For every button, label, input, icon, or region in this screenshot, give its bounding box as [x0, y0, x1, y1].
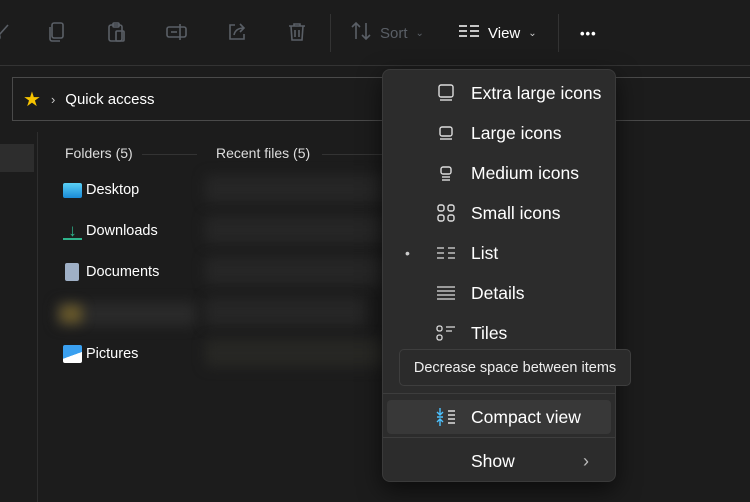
paste-icon[interactable] [105, 20, 129, 44]
recent-file-row[interactable] [205, 339, 385, 367]
details-icon [435, 282, 457, 304]
more-icon: ••• [580, 25, 597, 41]
folder-documents[interactable]: Documents [63, 260, 159, 284]
recent-file-row[interactable] [205, 298, 365, 326]
folder-label: Pictures [86, 346, 139, 362]
sort-icon [350, 21, 372, 45]
pictures-icon [63, 345, 82, 363]
view-menu: Extra large icons Large icons Medium ico… [382, 69, 616, 482]
folder-label: Downloads [86, 223, 158, 239]
share-icon[interactable] [225, 20, 249, 44]
rename-icon[interactable] [165, 20, 189, 44]
navigation-pane [0, 132, 38, 502]
folder-pictures[interactable]: Pictures [63, 342, 138, 366]
chevron-down-icon: ⌄ [528, 27, 537, 39]
star-icon: ★ [23, 88, 41, 111]
view-icon [458, 23, 480, 43]
menu-divider [383, 437, 615, 438]
menu-item-compact-view[interactable]: Compact view [387, 400, 611, 434]
delete-icon[interactable] [285, 20, 309, 44]
monitor-icon [435, 82, 457, 104]
chevron-down-icon: ⌄ [415, 27, 424, 39]
tooltip: Decrease space between items [399, 349, 631, 386]
menu-item-show[interactable]: Show › [383, 444, 615, 478]
menu-label: Extra large icons [471, 82, 602, 103]
blurred-folder-icon [60, 305, 82, 323]
menu-label: List [471, 242, 499, 263]
recent-file-row[interactable] [205, 257, 385, 285]
menu-item-tiles[interactable]: Tiles [383, 316, 615, 350]
menu-item-list[interactable]: • List [383, 236, 615, 270]
copy-icon[interactable] [45, 20, 69, 44]
view-label: View [488, 24, 521, 42]
menu-label: Show [471, 450, 515, 471]
menu-label: Large icons [471, 122, 562, 143]
chevron-right-icon: › [50, 91, 56, 107]
menu-label: Medium icons [471, 162, 579, 183]
menu-divider [383, 393, 615, 394]
menu-label: Small icons [471, 202, 561, 223]
view-button[interactable]: View ⌄ [458, 20, 537, 46]
monitor-icon [435, 122, 457, 144]
divider [142, 154, 197, 155]
folders-header[interactable]: Folders (5) [65, 145, 133, 161]
address-bar[interactable]: ★ › Quick access [12, 77, 750, 121]
cut-icon[interactable] [0, 20, 14, 44]
breadcrumb-quick-access[interactable]: Quick access [65, 91, 154, 108]
menu-label: Details [471, 282, 525, 303]
menu-item-medium-icons[interactable]: Medium icons [383, 156, 615, 190]
menu-item-small-icons[interactable]: Small icons [383, 196, 615, 230]
menu-item-extra-large-icons[interactable]: Extra large icons [383, 76, 615, 110]
document-icon [65, 263, 79, 281]
grid-icon [435, 202, 457, 224]
menu-label: Tiles [471, 322, 508, 343]
list-icon [435, 242, 457, 264]
chevron-right-icon: › [583, 450, 589, 471]
command-bar: Sort ⌄ View ⌄ ••• [0, 0, 750, 66]
divider [322, 154, 382, 155]
recent-files-header[interactable]: Recent files (5) [216, 145, 310, 161]
menu-label: Compact view [471, 406, 581, 427]
folder-desktop[interactable]: Desktop [63, 178, 139, 202]
sort-label: Sort [380, 24, 408, 42]
recent-file-row[interactable] [205, 175, 385, 203]
compact-view-icon [435, 406, 457, 428]
folder-downloads[interactable]: ↓ Downloads [63, 219, 158, 243]
menu-item-details[interactable]: Details [383, 276, 615, 310]
desktop-icon [63, 182, 82, 198]
monitor-icon [435, 162, 457, 184]
folder-label: Desktop [86, 182, 140, 198]
nav-selected-item[interactable] [0, 144, 34, 172]
sort-button[interactable]: Sort ⌄ [350, 20, 424, 46]
recent-file-row[interactable] [205, 216, 385, 244]
folder-label: Documents [86, 264, 160, 280]
menu-item-large-icons[interactable]: Large icons [383, 116, 615, 150]
selected-bullet-icon: • [405, 245, 410, 261]
download-icon: ↓ [63, 222, 82, 240]
toolbar-divider [330, 14, 331, 52]
toolbar-divider [558, 14, 559, 52]
more-options-button[interactable]: ••• [580, 20, 597, 46]
tiles-icon [435, 322, 457, 344]
